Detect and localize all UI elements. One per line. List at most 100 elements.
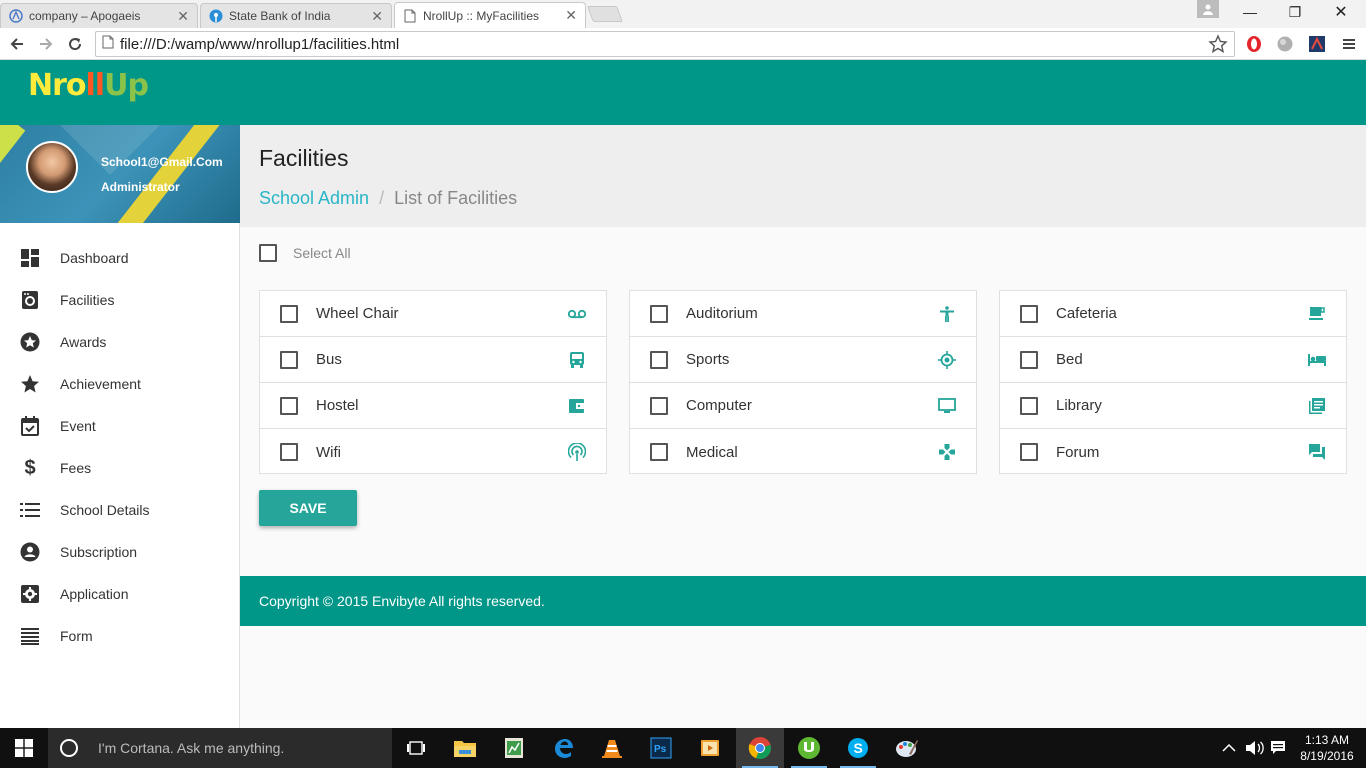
facility-row[interactable]: Wheel Chair (260, 291, 606, 337)
address-bar[interactable]: file:///D:/wamp/www/nrollup1/facilities.… (95, 31, 1235, 57)
paint-icon[interactable] (883, 728, 931, 768)
gps-icon (938, 351, 956, 369)
windows-start-icon[interactable] (0, 728, 48, 768)
tab-title: NrollUp :: MyFacilities (423, 8, 540, 23)
minimize-icon[interactable]: — (1227, 0, 1273, 24)
facility-checkbox[interactable] (1020, 396, 1038, 415)
user-card: School1@Gmail.Com Administrator (0, 125, 240, 223)
sidebar-item-school-details[interactable]: School Details (0, 489, 240, 531)
sidebar-item-achievement[interactable]: Achievement (0, 363, 240, 405)
facility-row[interactable]: Forum (1000, 429, 1346, 475)
chrome-menu-icon[interactable] (1338, 33, 1360, 55)
browser-tab-nrollup[interactable]: NrollUp :: MyFacilities ✕ (394, 2, 586, 28)
sidebar-item-label: Achievement (60, 376, 141, 392)
action-center-icon[interactable] (1270, 728, 1286, 768)
sidebar-item-subscription[interactable]: Subscription (0, 531, 240, 573)
sidebar-item-label: Dashboard (60, 250, 129, 266)
taskbar-clock[interactable]: 1:13 AM 8/19/2016 (1292, 732, 1362, 764)
facility-row[interactable]: Cafeteria (1000, 291, 1346, 337)
tab-close-icon[interactable]: ✕ (177, 8, 189, 25)
back-icon[interactable] (5, 32, 29, 56)
browser-tab-apogaeis[interactable]: company – Apogaeis ✕ (0, 3, 198, 28)
bookmark-star-icon[interactable] (1208, 34, 1228, 59)
forward-icon[interactable] (34, 32, 58, 56)
facility-label: Auditorium (686, 305, 758, 322)
facility-checkbox[interactable] (1020, 350, 1038, 369)
facility-row[interactable]: Wifi (260, 429, 606, 475)
sidebar-item-form[interactable]: Form (0, 615, 240, 657)
breadcrumb-root-link[interactable]: School Admin (259, 188, 369, 208)
close-window-icon[interactable]: ✕ (1318, 0, 1364, 24)
facility-checkbox[interactable] (280, 304, 298, 323)
facility-row[interactable]: Medical (630, 429, 976, 475)
vlc-icon[interactable] (588, 728, 636, 768)
restore-icon[interactable]: ❐ (1272, 0, 1318, 24)
media-player-icon[interactable] (686, 728, 734, 768)
library-icon (1308, 397, 1326, 415)
facility-row[interactable]: Hostel (260, 383, 606, 429)
sidebar-item-awards[interactable]: Awards (0, 321, 240, 363)
task-view-icon[interactable] (392, 728, 440, 768)
monitor-icon (938, 397, 956, 415)
page-title: Facilities (259, 145, 349, 171)
facility-checkbox[interactable] (1020, 304, 1038, 323)
facility-checkbox[interactable] (280, 350, 298, 369)
facility-checkbox[interactable] (280, 443, 298, 461)
globe-extension-icon[interactable] (1274, 33, 1296, 55)
facility-label: Cafeteria (1056, 305, 1117, 322)
photoshop-icon[interactable]: Ps (637, 728, 685, 768)
reload-icon[interactable] (63, 32, 87, 56)
event-icon (20, 416, 40, 436)
new-tab-button[interactable] (587, 6, 623, 22)
sidebar-item-fees[interactable]: $ Fees (0, 447, 240, 489)
save-button[interactable]: SAVE (259, 490, 357, 526)
tab-close-icon[interactable]: ✕ (371, 8, 383, 25)
facility-label: Computer (686, 397, 752, 414)
facility-row[interactable]: Sports (630, 337, 976, 383)
utorrent-icon[interactable] (785, 728, 833, 768)
bus-icon (568, 351, 586, 369)
facility-checkbox[interactable] (1020, 443, 1038, 461)
extension-icon[interactable] (1306, 33, 1328, 55)
select-all-control[interactable]: Select All (259, 244, 351, 262)
chrome-taskbar-icon[interactable] (736, 728, 784, 768)
select-all-checkbox[interactable] (259, 244, 277, 262)
profile-icon[interactable] (1197, 0, 1219, 18)
facility-checkbox[interactable] (650, 396, 668, 415)
show-hidden-icons[interactable] (1222, 728, 1236, 768)
cortana-search-box[interactable]: I'm Cortana. Ask me anything. (48, 728, 392, 768)
app-logo[interactable]: NrollUp (28, 68, 149, 103)
skype-icon[interactable]: S (834, 728, 882, 768)
star-icon (20, 374, 40, 394)
facility-row[interactable]: Computer (630, 383, 976, 429)
facility-row[interactable]: Auditorium (630, 291, 976, 337)
adblock-extension-icon[interactable] (1243, 33, 1265, 55)
facility-row[interactable]: Bed (1000, 337, 1346, 383)
browser-tab-sbi[interactable]: State Bank of India ✕ (200, 3, 392, 28)
svg-text:S: S (854, 740, 863, 756)
page-favicon-icon (403, 9, 417, 23)
accessibility-icon (938, 305, 956, 323)
volume-icon[interactable] (1245, 728, 1265, 768)
facility-label: Medical (686, 443, 738, 461)
tab-close-icon[interactable]: ✕ (565, 7, 577, 24)
sidebar-item-label: Form (60, 628, 93, 644)
facility-checkbox[interactable] (280, 396, 298, 415)
facility-row[interactable]: Library (1000, 383, 1346, 429)
file-icon (102, 35, 114, 54)
sidebar-item-dashboard[interactable]: Dashboard (0, 237, 240, 279)
sidebar-item-facilities[interactable]: Facilities (0, 279, 240, 321)
facility-label: Library (1056, 397, 1102, 414)
avatar[interactable] (26, 141, 78, 193)
sheets-app-icon[interactable] (490, 728, 538, 768)
facility-checkbox[interactable] (650, 443, 668, 461)
edge-browser-icon[interactable] (539, 728, 587, 768)
file-explorer-icon[interactable] (441, 728, 489, 768)
facility-checkbox[interactable] (650, 350, 668, 369)
facility-checkbox[interactable] (650, 304, 668, 323)
sbi-favicon-icon (209, 9, 223, 23)
sidebar-item-event[interactable]: Event (0, 405, 240, 447)
breadcrumb: School Admin / List of Facilities (259, 188, 517, 209)
facility-row[interactable]: Bus (260, 337, 606, 383)
sidebar-item-application[interactable]: Application (0, 573, 240, 615)
